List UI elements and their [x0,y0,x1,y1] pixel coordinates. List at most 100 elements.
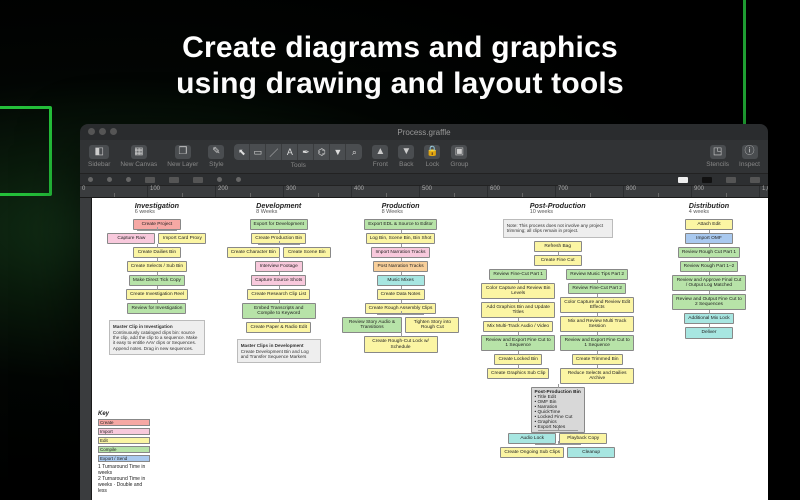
lock-icon: 🔒 [426,147,438,157]
flow-node[interactable]: Import Card Proxy [158,233,206,244]
flow-node[interactable]: Create Character Bin [227,247,280,258]
flow-node[interactable]: Review and Output Fine Cut to 2 Sequence… [672,294,746,310]
window-traffic-lights[interactable] [88,128,117,135]
inspect-button[interactable]: ⓘ Inspect [739,145,760,168]
ruler-tick: 1,000 [760,186,768,197]
new-layer-button[interactable]: ❐ New Layer [167,145,198,168]
flow-node[interactable]: Create Ongoing Sub Clips [500,447,564,458]
flow-node[interactable]: Review Rough Part 1–2 [680,261,739,272]
bring-front-icon: ▲ [375,147,385,157]
legend-swatch: Export / Send [98,455,150,462]
flow-node[interactable]: Color Capture and Review Bin Levels [481,283,555,299]
flow-node[interactable]: Add Graphics Bin and Update Titles [481,302,555,318]
tool-line[interactable]: ／ [266,144,282,160]
flow-node[interactable]: Color Capture and Review Edit Effects [560,297,634,313]
app-window: Process.graffle ◧ Sidebar ▦ New Canvas ❐… [80,124,768,500]
flow-node[interactable]: Embed Transcripts and Compile to Keyword [242,303,316,319]
flow-node[interactable]: Review Fine-Cut Part 1 [489,269,547,280]
flow-node[interactable]: Capture Source Shots [251,275,306,286]
flow-node[interactable]: Playback Copy [559,433,607,444]
ruler-tick: 800 [624,186,692,197]
flow-node[interactable]: Mix and Review Multi Track Session [560,316,634,332]
flow-node[interactable]: Attach Edit [685,219,733,230]
fill-swatch-black[interactable] [702,177,712,183]
window-title: Process.graffle [397,128,450,137]
flow-node[interactable]: Review and Approve Final Cut / Output Lo… [672,275,746,291]
flow-node[interactable]: Interview Footage [255,261,303,272]
flow-node[interactable]: Create Data Notes [377,289,425,300]
ruler-vertical[interactable] [80,198,92,500]
tool-text[interactable]: A [282,144,298,160]
flow-node[interactable]: Post Narration Tracks [373,261,427,272]
flow-node[interactable]: Cleanup [567,447,615,458]
phase-title: Production [382,202,420,209]
legend-swatch: Create [98,419,150,426]
flow-node[interactable]: Make Direct Tick Copy [129,275,185,286]
flow-node[interactable]: Mix Multi-Track Audio / Video [483,321,553,332]
flow-node[interactable]: Create Locked Bin [494,354,542,365]
ruler-horizontal[interactable]: 01002003004005006007008009001,0001,1001,… [80,186,768,198]
style-button[interactable]: ✎ Style [208,145,224,168]
flow-node[interactable]: Review and Export Fine Cut to 1 Sequence [481,335,555,351]
phase-title: Distribution [689,202,729,209]
flow-node[interactable]: Music Mixes [377,275,425,286]
flow-node[interactable]: Review Fine-Cut Part 2 [568,283,626,294]
window-titlebar[interactable]: Process.graffle [80,124,768,140]
legend-swatch: Edit [98,437,150,444]
flow-node[interactable]: Additional Mix Lock [684,313,733,324]
tool-shape[interactable]: ▭ [250,144,266,160]
tool-select[interactable]: ⬉ [234,144,250,160]
group-button[interactable]: ▣ Group [450,145,468,168]
flow-node[interactable]: Deliver [685,327,733,338]
tool-pen[interactable]: ✒ [298,144,314,160]
tool-diagram[interactable]: ⌬ [314,144,330,160]
lock-button[interactable]: 🔒 Lock [424,145,440,168]
flow-node[interactable]: Create Fine Cut [534,255,582,266]
decor-square [0,106,52,196]
flow-node[interactable]: Refresh Bag [534,241,582,252]
tool-browse[interactable]: ⌕ [346,144,362,160]
flow-node[interactable]: Reduce Selects and Dailies Archive [560,368,634,384]
flow-node[interactable]: Create Selects / Sub Bin [127,261,187,272]
fill-swatch-white[interactable] [678,177,688,183]
flow-node[interactable]: Create Scene Bin [283,247,331,258]
close-icon[interactable] [88,128,95,135]
flow-node[interactable]: Create Research Clip List [247,289,310,300]
flow-node[interactable]: Tighten Story into Rough Cut [405,317,459,333]
minimize-icon[interactable] [99,128,106,135]
ruler-tick: 0 [80,186,148,197]
flow-node[interactable]: Review for Investigation [127,303,186,314]
flow-node[interactable]: Review Story Audio & Transitions [342,317,403,333]
canvas[interactable]: Investigation6 weeksCreate ProjectCaptur… [92,198,768,500]
new-canvas-button[interactable]: ▦ New Canvas [120,145,157,168]
front-button[interactable]: ▲ Front [372,145,388,168]
flow-node[interactable]: Export EDL & Source to Editor [364,219,437,230]
stencils-button[interactable]: ◳ Stencils [706,145,729,168]
zoom-icon[interactable] [110,128,117,135]
sidebar-icon: ◧ [94,147,103,157]
flow-node[interactable]: Create Investigation Reel [126,289,188,300]
flow-node[interactable]: Log Bin, Scene Bin, Bin Shot [366,233,436,244]
flow-node[interactable]: Create Dailies Bin [133,247,181,258]
flow-node[interactable]: Create Rough-Cut Lock w/ Schedule [364,336,438,352]
flow-node[interactable]: Audio Lock [508,433,556,444]
flow-node[interactable]: Import Narration Tracks [371,247,429,258]
flow-node[interactable]: Create Paper & Radio Edit [246,322,311,333]
flow-node[interactable]: Create Trimmed Bin [572,354,623,365]
annotation-box: Master Clip in InvestigationContinuously… [109,320,205,354]
flow-node[interactable]: Import OMF [685,233,733,244]
group-icon: ▣ [455,147,464,157]
flow-node[interactable]: Review Music Tips Part 2 [566,269,628,280]
marketing-headline: Create diagrams and graphics using drawi… [0,30,800,102]
flow-node[interactable]: Export for Development [250,219,308,230]
sidebar-toggle-button[interactable]: ◧ Sidebar [88,145,110,168]
tools-segmented[interactable]: ⬉ ▭ ／ A ✒ ⌬ ▼ ⌕ [234,144,362,160]
flow-node[interactable]: Review and Export Fine Cut to 1 Sequence [560,335,634,351]
ruler-tick: 100 [148,186,216,197]
tool-stamp[interactable]: ▼ [330,144,346,160]
flow-node[interactable]: Create Graphics Sub Clip [487,368,549,379]
flow-node[interactable]: Capture Raw [107,233,155,244]
back-button[interactable]: ▼ Back [398,145,414,168]
format-bar[interactable] [80,174,768,186]
flow-node[interactable]: Review Rough Cut Part 1 [678,247,740,258]
